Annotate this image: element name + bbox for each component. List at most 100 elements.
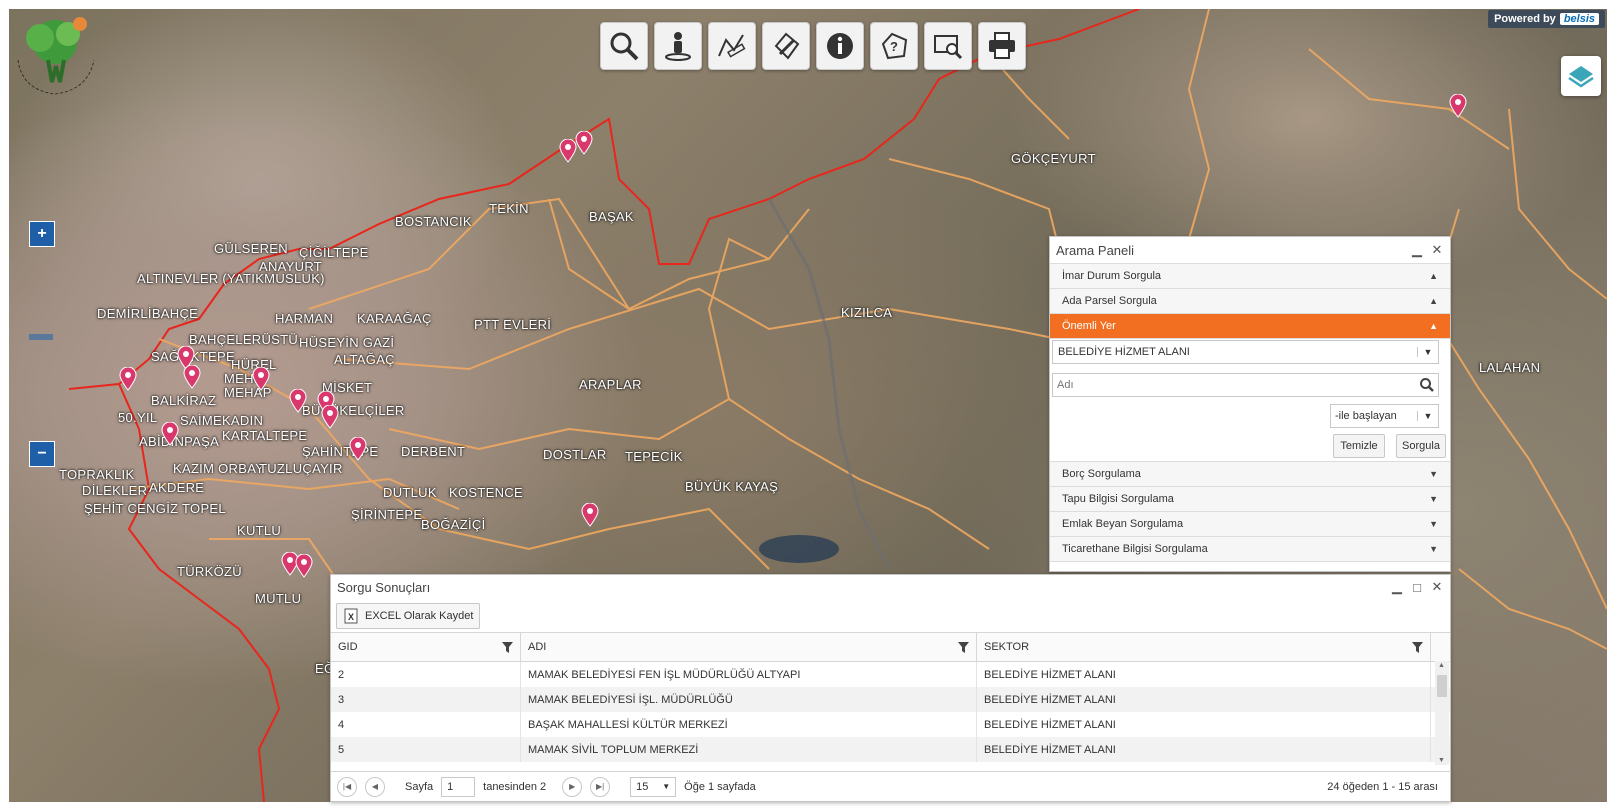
map-pin-icon[interactable] (575, 131, 593, 155)
maximize-icon[interactable]: □ (1410, 580, 1424, 595)
place-label: SAİMEKADIN (180, 413, 264, 428)
close-icon[interactable]: ✕ (1430, 242, 1444, 258)
search-tool-button[interactable] (600, 22, 648, 70)
minimize-icon[interactable]: ▁ (1410, 242, 1424, 258)
place-label: ÇİĞİLTEPE (299, 245, 369, 260)
table-row[interactable]: 2 MAMAK BELEDİYESİ FEN İŞL MÜDÜRLÜĞÜ ALT… (331, 662, 1450, 687)
place-label: DİLEKLER (82, 483, 148, 498)
results-header[interactable]: Sorgu Sonuçları ▁ □ ✕ (331, 575, 1450, 599)
map-pin-icon[interactable] (252, 367, 270, 391)
street-view-button[interactable] (654, 22, 702, 70)
place-label: TEPECİK (625, 449, 683, 464)
map-pin-icon[interactable] (349, 437, 367, 461)
place-label: TUZLUÇAYIR (259, 461, 343, 476)
draw-button[interactable] (762, 22, 810, 70)
map-pin-icon[interactable] (1449, 94, 1467, 118)
page-summary: 24 öğeden 1 - 15 arası (1327, 780, 1438, 793)
name-input[interactable] (1053, 378, 1419, 392)
cell-sektor: BELEDİYE HİZMET ALANI (977, 687, 1431, 712)
first-page-icon[interactable]: |◀ (337, 776, 357, 797)
prev-page-icon[interactable]: ◀ (365, 776, 385, 797)
chevron-up-icon: ▲ (1429, 296, 1438, 306)
scrollbar-thumb[interactable] (1437, 675, 1447, 697)
place-label: GÖKÇEYURT (1011, 151, 1096, 166)
map-pin-icon[interactable] (119, 367, 137, 391)
clear-button[interactable]: Temizle (1333, 434, 1385, 458)
last-page-icon[interactable]: ▶| (590, 776, 611, 797)
column-header-sektor[interactable]: SEKTOR (977, 633, 1431, 661)
grid-scrollbar[interactable]: ▲ ▼ (1435, 661, 1449, 765)
filter-icon[interactable] (958, 641, 969, 653)
table-row[interactable]: 3 MAMAK BELEDİYESİ İŞL. MÜDÜRLÜĞÜ BELEDİ… (331, 687, 1450, 712)
section-tapu[interactable]: Tapu Bilgisi Sorgulama ▼ (1050, 487, 1450, 512)
measure-button[interactable] (708, 22, 756, 70)
section-label: Önemli Yer (1062, 320, 1116, 332)
chevron-down-icon: ▼ (1429, 469, 1438, 479)
area-query-icon: ? (881, 32, 908, 60)
map-toolbar: ? (600, 22, 1026, 70)
place-label: TOPRAKLIK (59, 467, 135, 482)
category-select[interactable]: BELEDİYE HİZMET ALANI ▼ (1052, 340, 1439, 364)
cell-sektor: BELEDİYE HİZMET ALANI (977, 662, 1431, 687)
minimize-icon[interactable]: ▁ (1390, 579, 1404, 595)
place-label: KARTALTEPE (222, 428, 308, 443)
search-icon[interactable] (1419, 377, 1435, 393)
match-type-value: -ile başlayan (1335, 410, 1397, 422)
section-emlak[interactable]: Emlak Beyan Sorgulama ▼ (1050, 512, 1450, 537)
zoom-search-icon (934, 35, 963, 60)
zoom-out-button[interactable]: − (29, 441, 55, 467)
search-panel-header[interactable]: Arama Paneli ▁ ✕ (1050, 237, 1450, 264)
place-label: ABİDİNPAŞA (139, 434, 220, 449)
excel-export-button[interactable]: X EXCEL Olarak Kaydet (336, 603, 481, 629)
scroll-down-icon[interactable]: ▼ (1438, 757, 1445, 764)
zoom-search-button[interactable] (924, 22, 972, 70)
filter-icon[interactable] (1412, 641, 1423, 653)
layers-icon (1568, 66, 1594, 88)
map-pin-icon[interactable] (295, 554, 313, 578)
section-imar-durum[interactable]: İmar Durum Sorgula ▲ (1050, 264, 1450, 289)
cell-adi: MAMAK SİVİL TOPLUM MERKEZİ (521, 737, 977, 762)
layers-button[interactable] (1561, 56, 1601, 96)
query-button[interactable]: Sorgula (1396, 434, 1446, 458)
place-label: DUTLUK (383, 485, 437, 500)
section-ticarethane[interactable]: Ticarethane Bilgisi Sorgulama ▼ (1050, 537, 1450, 562)
map-pin-icon[interactable] (183, 365, 201, 389)
place-label: KOSTENCE (449, 485, 523, 500)
place-label: TEKİN (489, 201, 529, 216)
place-label: HÜSEYİN GAZİ (299, 335, 395, 350)
page-number-input[interactable]: 1 (441, 776, 476, 797)
page-size-select[interactable]: 15 ▼ (630, 776, 677, 797)
results-grid: GID ADI SEKTOR 2 MAMAK BELEDİYESİ FEN İŞ… (331, 632, 1450, 762)
place-label: BAŞAK (589, 209, 634, 224)
table-row[interactable]: 5 MAMAK SİVİL TOPLUM MERKEZİ BELEDİYE Hİ… (331, 737, 1450, 762)
filter-icon[interactable] (502, 641, 513, 653)
svg-text:X: X (348, 612, 354, 622)
zoom-slider[interactable] (29, 334, 53, 340)
next-page-icon[interactable]: ▶ (562, 776, 583, 797)
map-pin-icon[interactable] (581, 503, 599, 527)
print-button[interactable] (978, 22, 1026, 70)
place-label: DOSTLAR (543, 447, 607, 462)
place-label: 50.YIL (118, 410, 158, 425)
info-button[interactable] (816, 22, 864, 70)
section-borc[interactable]: Borç Sorgulama ▼ (1050, 461, 1450, 487)
map-pin-icon[interactable] (321, 405, 339, 429)
powered-brand: belsis (1559, 13, 1599, 25)
close-icon[interactable]: ✕ (1430, 579, 1444, 595)
print-icon (989, 32, 1015, 59)
column-header-gid[interactable]: GID (331, 633, 521, 661)
powered-prefix: Powered by (1494, 13, 1556, 25)
map-pin-icon[interactable] (161, 422, 179, 446)
cell-gid: 2 (331, 662, 521, 687)
zoom-in-button[interactable]: + (29, 221, 55, 247)
map-pin-icon[interactable] (289, 389, 307, 413)
match-type-select[interactable]: -ile başlayan ▼ (1330, 404, 1439, 428)
scroll-up-icon[interactable]: ▲ (1438, 662, 1445, 669)
name-search-field[interactable] (1052, 373, 1439, 397)
area-query-button[interactable]: ? (870, 22, 918, 70)
place-label: KARAAĞAÇ (357, 311, 432, 326)
column-header-adi[interactable]: ADI (521, 633, 977, 661)
section-ada-parsel[interactable]: Ada Parsel Sorgula ▲ (1050, 289, 1450, 314)
section-onemli-yer[interactable]: Önemli Yer ▲ (1050, 314, 1450, 339)
table-row[interactable]: 4 BAŞAK MAHALLESİ KÜLTÜR MERKEZİ BELEDİY… (331, 712, 1450, 737)
